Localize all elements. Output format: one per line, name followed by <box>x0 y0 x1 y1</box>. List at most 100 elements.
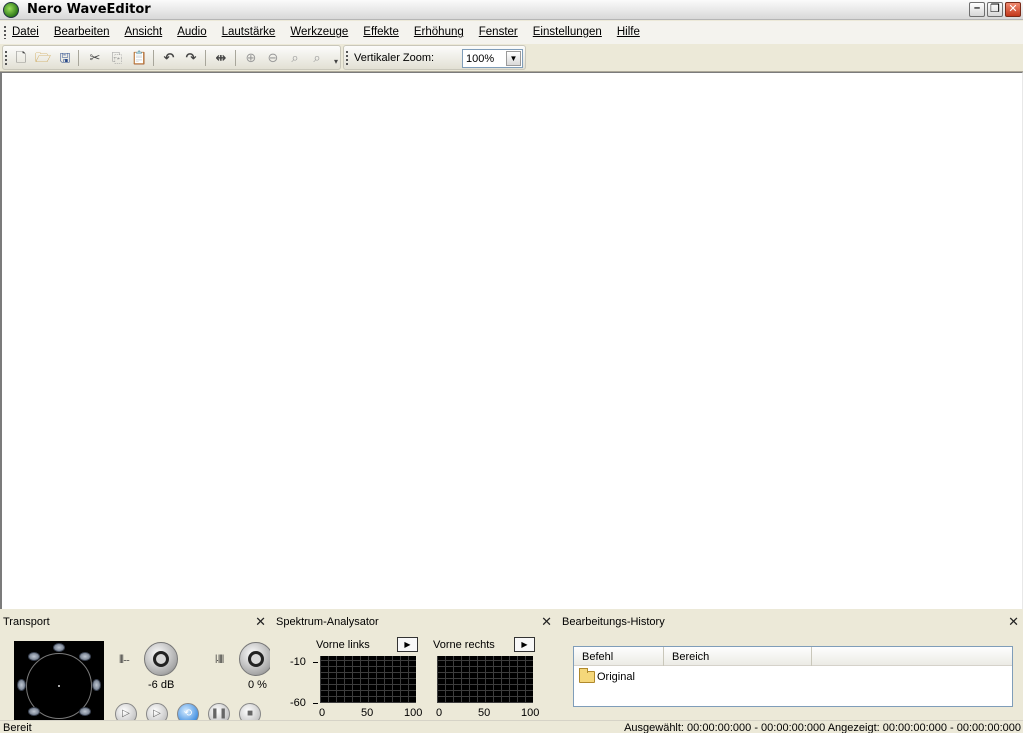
zoom-selection-icon[interactable]: ⌕ <box>287 50 303 66</box>
history-row[interactable]: Original <box>579 668 635 683</box>
pause-button[interactable]: ❚❚ <box>208 703 230 720</box>
stop-icon: ■ <box>246 708 254 719</box>
close-icon: ✕ <box>1008 3 1018 15</box>
jog-wheel[interactable] <box>14 641 104 720</box>
zoom-toolbar-grip[interactable] <box>346 51 349 66</box>
window-title: Nero WaveEditor <box>27 2 151 17</box>
spectrum-right-display <box>437 656 533 703</box>
minimize-icon: – <box>973 2 981 14</box>
history-col-command[interactable]: Befehl <box>574 647 664 666</box>
history-list[interactable]: Befehl Bereich Original <box>573 646 1013 707</box>
menu-grip[interactable] <box>4 26 7 39</box>
play-selection-icon: ▷ <box>153 708 161 719</box>
spectrum-title: Spektrum-Analysator <box>276 616 379 628</box>
history-title: Bearbeitungs-History <box>562 616 665 628</box>
vertical-zoom-select[interactable]: 100% ▼ <box>462 49 523 68</box>
open-folder-icon[interactable]: 🗁 <box>35 50 51 66</box>
toolbar-overflow-icon[interactable]: ▾ <box>328 54 344 70</box>
play-selection-button[interactable]: ▷ <box>146 703 168 720</box>
play-button[interactable]: ▷ <box>115 703 137 720</box>
menu-bearbeiten[interactable]: Bearbeiten <box>54 26 110 38</box>
zoom-toolbar: Vertikaler Zoom: 100% ▼ <box>343 45 526 70</box>
menu-effekte[interactable]: Effekte <box>363 26 399 38</box>
jog-nub <box>79 707 91 716</box>
x-tick-left-0: 0 <box>319 707 326 719</box>
copy-icon[interactable]: ⎘ <box>109 50 125 66</box>
menu-fenster[interactable]: Fenster <box>479 26 518 38</box>
loop-icon: ⟲ <box>183 708 193 719</box>
menu-hilfe[interactable]: Hilfe <box>617 26 640 38</box>
x-tick-right-50: 50 <box>478 707 491 719</box>
stop-button[interactable]: ■ <box>239 703 261 720</box>
front-left-play-button[interactable]: ▶ <box>397 637 418 652</box>
spectrum-close-icon[interactable]: ✕ <box>541 614 552 630</box>
volume-label: -6 dB <box>148 679 175 691</box>
menu-einstellungen[interactable]: Einstellungen <box>533 26 602 38</box>
menu-audio[interactable]: Audio <box>177 26 206 38</box>
zoom-out-icon[interactable]: ⊖ <box>265 50 281 66</box>
pause-icon: ❚❚ <box>210 708 228 719</box>
app-icon[interactable] <box>3 2 19 18</box>
menu-ansicht[interactable]: Ansicht <box>124 26 162 38</box>
transport-title: Transport <box>3 616 50 628</box>
folder-icon <box>579 668 595 683</box>
status-selection-info: Ausgewählt: 00:00:00:000 - 00:00:00:000 … <box>624 722 1021 733</box>
play-icon: ▷ <box>122 708 130 719</box>
speed-knob[interactable] <box>239 642 270 676</box>
y-axis-top-label: -10 <box>290 656 306 668</box>
jog-nub <box>17 679 26 691</box>
jog-nub <box>92 679 101 691</box>
x-tick-left-50: 50 <box>361 707 374 719</box>
volume-low-icon: |||.... <box>119 653 130 663</box>
new-file-icon[interactable]: 🗋 <box>13 50 29 66</box>
toolbar-row: 🗋 🗁 🖫 ✂ ⎘ 📋 ↶ ↷ ⇹ ⊕ ⊖ ⌕ ⌕ ▾ Vertikaler Z… <box>0 44 1023 72</box>
x-tick-left-100: 100 <box>404 707 423 719</box>
menu-werkzeuge[interactable]: Werkzeuge <box>290 26 348 38</box>
status-bar: Bereit Ausgewählt: 00:00:00:000 - 00:00:… <box>0 720 1023 733</box>
status-ready: Bereit <box>3 722 32 733</box>
undo-icon[interactable]: ↶ <box>161 50 177 66</box>
fit-width-icon[interactable]: ⇹ <box>213 50 229 66</box>
vertical-zoom-value: 100% <box>466 53 495 65</box>
restore-icon: ❐ <box>990 3 1000 15</box>
jog-nub <box>28 707 40 716</box>
spectrum-panel: Spektrum-Analysator ✕ Vorne links ▶ Vorn… <box>273 613 556 720</box>
zoom-in-icon[interactable]: ⊕ <box>243 50 259 66</box>
front-left-label: Vorne links <box>316 639 370 651</box>
loop-button[interactable]: ⟲ <box>177 703 199 720</box>
front-right-play-button[interactable]: ▶ <box>514 637 535 652</box>
toolbar-grip[interactable] <box>5 51 8 66</box>
paste-icon[interactable]: 📋 <box>131 50 147 66</box>
speed-label: 0 % <box>248 679 267 691</box>
vertical-zoom-label: Vertikaler Zoom: <box>354 52 435 64</box>
waveform-area[interactable] <box>0 72 1023 609</box>
menu-erhoehung[interactable]: Erhöhung <box>414 26 464 38</box>
play-icon: ▶ <box>521 640 528 649</box>
minimize-button[interactable]: – <box>969 2 985 17</box>
volume-knob[interactable] <box>144 642 178 676</box>
history-row-label: Original <box>597 671 635 683</box>
save-icon[interactable]: 🖫 <box>57 50 73 66</box>
jog-nub <box>28 652 40 661</box>
transport-close-icon[interactable]: ✕ <box>255 614 266 630</box>
menu-lautstaerke[interactable]: Lautstärke <box>222 26 276 38</box>
history-panel: Bearbeitungs-History ✕ Befehl Bereich Or… <box>559 613 1023 720</box>
front-right-label: Vorne rechts <box>433 639 495 651</box>
chevron-down-icon[interactable]: ▼ <box>506 51 521 66</box>
jog-nub <box>79 652 91 661</box>
spectrum-left-display <box>320 656 416 703</box>
history-close-icon[interactable]: ✕ <box>1008 614 1019 630</box>
history-col-range[interactable]: Bereich <box>664 647 812 666</box>
cut-icon[interactable]: ✂ <box>87 50 103 66</box>
jog-nub <box>53 643 65 652</box>
y-axis-bottom-label: -60 <box>290 697 306 709</box>
zoom-full-icon[interactable]: ⌕ <box>309 50 325 66</box>
menu-bar: Datei Bearbeiten Ansicht Audio Lautstärk… <box>0 21 1023 44</box>
restore-button[interactable]: ❐ <box>987 2 1003 17</box>
main-toolbar: 🗋 🗁 🖫 ✂ ⎘ 📋 ↶ ↷ ⇹ ⊕ ⊖ ⌕ ⌕ ▾ <box>2 45 341 70</box>
menu-datei[interactable]: Datei <box>12 26 39 38</box>
x-tick-right-100: 100 <box>521 707 540 719</box>
close-button[interactable]: ✕ <box>1005 2 1021 17</box>
redo-icon[interactable]: ↷ <box>183 50 199 66</box>
x-tick-right-0: 0 <box>436 707 443 719</box>
